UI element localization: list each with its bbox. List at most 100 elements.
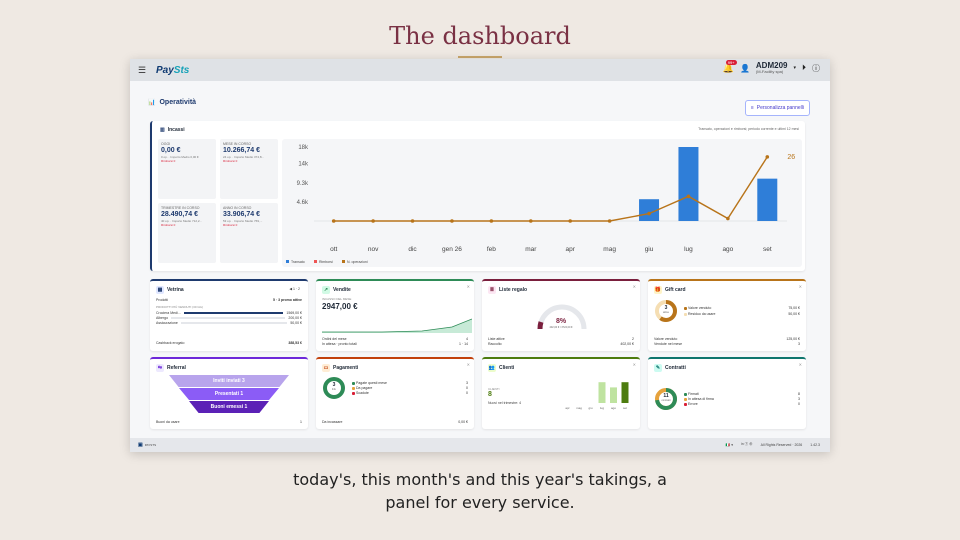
point-operazioni	[371, 219, 375, 223]
legend-row: Errore 0	[684, 402, 800, 406]
donut-sub: contratti	[661, 399, 671, 402]
user-icon[interactable]: 👤	[740, 64, 750, 73]
app-logo[interactable]: PaySts	[156, 65, 189, 76]
product-row: Assicurazione 50,00 €	[156, 321, 302, 325]
logo-accent: Sts	[173, 64, 190, 76]
month-label: lug	[600, 406, 604, 410]
x-tick-label: feb	[487, 246, 496, 253]
new-clients: Nuovi nel trimestre: 4	[488, 401, 522, 405]
value: 402,00 €	[620, 342, 634, 346]
card-title: Vetrina	[167, 287, 184, 293]
chevron-down-icon[interactable]: ▾	[793, 65, 796, 71]
collected-row: Raccolto 402,00 €	[488, 342, 634, 346]
donut-sub: link	[332, 388, 336, 391]
pending-row: In attesa · pronto totali 1 · 14	[322, 342, 468, 346]
value: 0	[798, 402, 800, 406]
incassi-panel: ▥ Incassi Transato, operazioni e rimbors…	[150, 121, 805, 271]
card-pagamenti[interactable]: ▭ Pagamenti ✕ 3 link Pagate questi mese …	[316, 357, 474, 429]
label: Prodotti	[156, 298, 169, 302]
point-operazioni	[410, 219, 415, 223]
point-operazioni	[647, 211, 651, 216]
client-bar	[621, 382, 629, 403]
close-icon[interactable]: ✕	[799, 284, 802, 289]
legend-swatch	[286, 260, 289, 263]
value: 200,00 €	[288, 316, 302, 320]
customize-label: Personalizza pannelli	[756, 105, 804, 111]
x-tick-label: dic	[408, 246, 417, 253]
label: Crociera Medi...	[156, 311, 181, 315]
language-flag-icon[interactable]: 🇮🇹 ▾	[726, 443, 733, 447]
app-bar: ☰ PaySts 🔔 99+ 👤 ADM209 (M-Facility spa) …	[130, 59, 830, 81]
card-title: Referral	[167, 365, 186, 371]
close-icon[interactable]: ✕	[467, 362, 470, 367]
card-gift-card[interactable]: 🎁 Gift card ✕ 3 attive Valore venduto 75…	[648, 279, 806, 351]
sold-value-row: Valore venduto 125,00 €	[654, 337, 800, 341]
legend-row: Firmati 8	[684, 392, 800, 396]
label: Liste attive	[488, 337, 505, 341]
funnel-step: Presentati 1	[179, 388, 279, 400]
stat-refund: Rimborsi 0	[161, 223, 176, 227]
incassi-title: Incassi	[167, 127, 185, 133]
footer-rights: All Rights Reserved · 2026	[760, 442, 803, 447]
bar-transato	[757, 178, 778, 221]
label: Da pagare	[352, 386, 372, 390]
payment-icon: ▭	[322, 364, 330, 372]
stat-value: 10.266,74 €	[223, 147, 260, 154]
label: In attesa di firma	[684, 397, 714, 401]
x-tick-label: set	[763, 246, 772, 253]
close-icon[interactable]: ✕	[633, 362, 636, 367]
play-circle-icon[interactable]: ⏵	[802, 63, 806, 73]
value: 4	[466, 337, 468, 341]
stat-label: OGGI	[161, 142, 171, 146]
card-vendite[interactable]: ↗ Vendite ✕ INCASSO DEL MESE 2947,00 € O…	[316, 279, 474, 351]
month-label: giu	[588, 406, 592, 410]
card-header: ▭ Pagamenti	[322, 364, 358, 372]
card-clienti[interactable]: 👥 Clienti ✕ CLIENTI 8 Nuovi nel trimestr…	[482, 357, 640, 429]
x-tick-label: mag	[603, 246, 616, 253]
x-tick-label: lug	[684, 246, 693, 253]
point-operazioni	[686, 194, 691, 199]
label: Cashback erogato	[156, 341, 185, 345]
card-contratti[interactable]: ✎ Contratti ✕ 11 contratti Firmati 8 In …	[648, 357, 806, 429]
legend-row: Pagate questi mese 3	[352, 381, 468, 385]
close-icon[interactable]: ✕	[799, 362, 802, 367]
x-tick-label: gen 26	[442, 246, 462, 253]
value: 1 · 14	[459, 342, 468, 346]
y-tick-label: 9.3k	[297, 181, 309, 187]
stat-refund: Rimborsi 0	[223, 223, 238, 227]
label: Da incassare	[322, 420, 343, 424]
close-icon[interactable]: ✕	[633, 284, 636, 289]
card-vetrina[interactable]: ▦ Vetrina ◀ 1 · 2 Prodotti 5 · 3 promo a…	[150, 279, 308, 351]
logo-main: Pay	[156, 64, 174, 76]
close-icon[interactable]: ✕	[467, 284, 470, 289]
x-tick-label: mar	[525, 246, 537, 253]
store-icon: ▦	[156, 286, 164, 294]
social-icons[interactable]: in ⓕ ⊕	[741, 442, 753, 447]
orders-row: Ordini del mese 4	[322, 337, 468, 341]
value: 3	[466, 381, 468, 385]
referral-icon: ⇆	[156, 364, 164, 372]
card-liste-regalo[interactable]: ≣ Liste regalo ✕ 8% 402,00 € / 3724,00 €…	[482, 279, 640, 351]
card-title: Pagamenti	[333, 365, 359, 371]
label: Ordini del mese	[322, 337, 347, 341]
help-icon[interactable]: ⓘ	[812, 63, 820, 74]
month-label: ago	[611, 406, 616, 410]
label: Residuo da usare	[684, 312, 715, 316]
label: Valore venduto	[684, 306, 711, 310]
pager[interactable]: ◀ 1 · 2	[289, 287, 300, 291]
value: 50,00 €	[290, 321, 302, 325]
bell-icon[interactable]: 🔔 99+	[723, 59, 737, 74]
contract-icon: ✎	[654, 364, 662, 372]
menu-icon[interactable]: ☰	[138, 65, 152, 76]
product-row: Crociera Medi... 1569,00 €	[156, 311, 302, 315]
user-menu[interactable]: ADM209 (M-Facility spa)	[756, 62, 788, 74]
point-operazioni	[765, 155, 770, 159]
chart-icon: 📊	[148, 100, 156, 106]
customize-panels-button[interactable]: ≡ Personalizza pannelli	[744, 100, 810, 116]
card-referral[interactable]: ⇆ Referral Inviti inviati 3 Presentati 1…	[150, 357, 308, 429]
incassi-note: Transato, operazioni e rimborsi; periodo…	[698, 127, 799, 131]
section-title: Operatività	[159, 99, 197, 106]
gauge-sub: 402,00 € / 3724,00 €	[549, 326, 573, 329]
legend-swatch	[342, 260, 345, 263]
client-bar	[598, 382, 606, 403]
